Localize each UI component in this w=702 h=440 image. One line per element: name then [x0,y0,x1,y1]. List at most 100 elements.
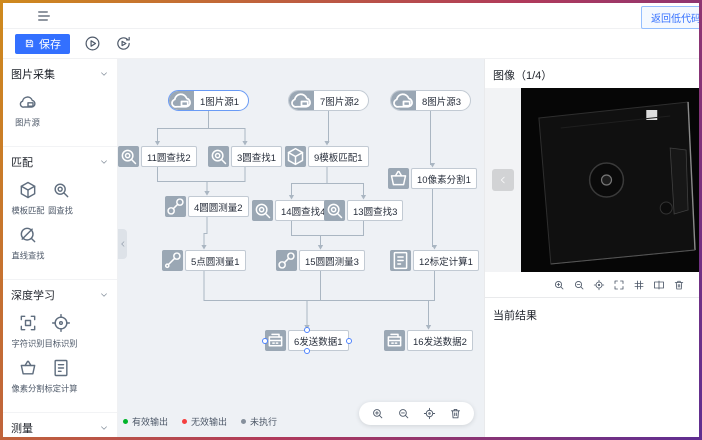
flow-node-16发送数据2[interactable]: 16发送数据2 [384,330,473,351]
chevron-left-icon [119,240,127,248]
menu-icon[interactable] [36,8,52,24]
flow-node-15圆圆测量3[interactable]: 15圆圆测量3 [276,250,365,271]
sidebar-section-header[interactable]: 测量 [11,420,109,436]
circle-find-icon [324,200,345,221]
flow-node-1图片源1[interactable]: 1图片源1 [168,90,249,111]
cloud-image-icon [169,90,194,111]
sidebar-item-label: 标定计算 [44,383,77,395]
flow-node-11圆查找2[interactable]: 11圆查找2 [118,146,197,167]
flow-node-13圆查找3[interactable]: 13圆查找3 [324,200,403,221]
app-window: 返回低代码 保存 图片采集图片源匹配模板匹配圆查找直线查找深度学习字符识别目标识… [3,3,699,437]
sidebar-section-header[interactable]: 匹配 [11,154,109,170]
camera-image-content [521,88,699,272]
legend-item: 有效输出 [123,415,168,428]
trash-icon[interactable] [449,407,462,420]
legend-dot [123,419,128,424]
compare-icon[interactable] [653,279,665,291]
doc-calc-icon [390,250,411,271]
flow-node-6发送数据1[interactable]: 6发送数据1 [265,330,349,351]
prev-image-button[interactable] [492,169,514,191]
cloud-image-icon [391,90,416,111]
sidebar-item-字符识别[interactable]: 字符识别 [11,313,44,350]
sidebar-item-模板匹配[interactable]: 模板匹配 [11,180,44,217]
cube-icon [285,146,306,167]
flow-node-9模板匹配1[interactable]: 9模板匹配1 [285,146,369,167]
status-legend: 有效输出 无效输出 未执行 [123,415,277,428]
sidebar-item-目标识别[interactable]: 目标识别 [44,313,77,350]
run-loop-button[interactable] [115,35,132,52]
flow-node-10像素分割1[interactable]: 10像素分割1 [388,168,477,189]
basket-icon [18,358,38,378]
flow-node-7图片源2[interactable]: 7图片源2 [288,90,369,111]
image-panel: 图像（1/4） [484,59,699,437]
zoom-out-icon[interactable] [397,407,410,420]
sidebar-item-label: 模板匹配 [11,205,44,217]
target-icon [51,313,71,333]
line-find-icon [18,225,38,245]
node-label: 15圆圆测量3 [299,250,365,271]
cloud-image-icon [18,92,38,112]
chevron-down-icon[interactable] [99,157,109,167]
node-label: 7图片源2 [314,94,368,108]
image-viewer[interactable] [485,88,699,272]
node-label: 1图片源1 [194,94,248,108]
cube-icon [18,180,38,200]
flow-node-14圆查找4[interactable]: 14圆查找4 [252,200,331,221]
save-button[interactable]: 保存 [15,34,70,54]
locate-icon[interactable] [423,407,436,420]
legend-item: 无效输出 [182,415,227,428]
circle-circle-measure-icon [165,196,186,217]
legend-item: 未执行 [241,415,277,428]
node-handle[interactable] [304,348,310,354]
sidebar-section-header[interactable]: 图片采集 [11,66,109,82]
zoom-in-icon[interactable] [371,407,384,420]
zoom-in-icon[interactable] [553,279,565,291]
point-circle-measure-icon [162,250,183,271]
circle-find-icon [51,180,71,200]
node-label: 9模板匹配1 [308,146,369,167]
sidebar-section-title: 匹配 [11,154,33,170]
sidebar-section-title: 图片采集 [11,66,55,82]
sidebar-item-像素分割[interactable]: 像素分割 [11,358,44,395]
flow-canvas[interactable]: 有效输出 无效输出 未执行 1图片源1 7图片源2 8图片源3 11圆查找2 3圆查找1 9模… [118,59,484,437]
circle-find-icon [118,146,139,167]
flow-node-4圆圆测量2[interactable]: 4圆圆测量2 [165,196,249,217]
run-once-button[interactable] [84,35,101,52]
grid-icon[interactable] [633,279,645,291]
sidebar-section-items: 图片源 [11,92,109,137]
chevron-down-icon[interactable] [99,69,109,79]
node-handle[interactable] [346,338,352,344]
trash-icon[interactable] [673,279,685,291]
flow-node-12标定计算1[interactable]: 12标定计算1 [390,250,479,271]
node-label: 11圆查找2 [141,146,197,167]
sidebar-section-3: 测量圆圆测量点圆测量点点测量 [3,413,117,437]
sidebar-item-圆查找[interactable]: 圆查找 [44,180,77,217]
fullscreen-icon[interactable] [613,279,625,291]
header-bar: 返回低代码 [3,3,699,29]
legend-label: 无效输出 [191,415,227,428]
legend-label: 有效输出 [132,415,168,428]
node-handle[interactable] [304,327,310,333]
chevron-down-icon[interactable] [99,290,109,300]
node-body: 8图片源3 [390,90,471,111]
sidebar-collapse-handle[interactable] [118,229,127,259]
ocr-icon [18,313,38,333]
flow-node-3圆查找1[interactable]: 3圆查找1 [208,146,282,167]
sidebar-item-直线查找[interactable]: 直线查找 [11,225,44,262]
save-button-label: 保存 [39,36,61,52]
sidebar-section-header[interactable]: 深度学习 [11,287,109,303]
camera-image[interactable] [521,88,699,272]
locate-icon[interactable] [593,279,605,291]
chevron-down-icon[interactable] [99,423,109,433]
node-label: 14圆查找4 [275,200,331,221]
zoom-out-icon[interactable] [573,279,585,291]
node-label: 6发送数据1 [288,330,349,351]
sidebar-item-label: 直线查找 [11,250,44,262]
node-handle[interactable] [262,338,268,344]
flow-node-5点圆测量1[interactable]: 5点圆测量1 [162,250,246,271]
legend-label: 未执行 [250,415,277,428]
back-to-lowcode-button[interactable]: 返回低代码 [641,6,699,29]
sidebar-item-标定计算[interactable]: 标定计算 [44,358,77,395]
flow-node-8图片源3[interactable]: 8图片源3 [390,90,471,111]
sidebar-item-图片源[interactable]: 图片源 [11,92,44,129]
